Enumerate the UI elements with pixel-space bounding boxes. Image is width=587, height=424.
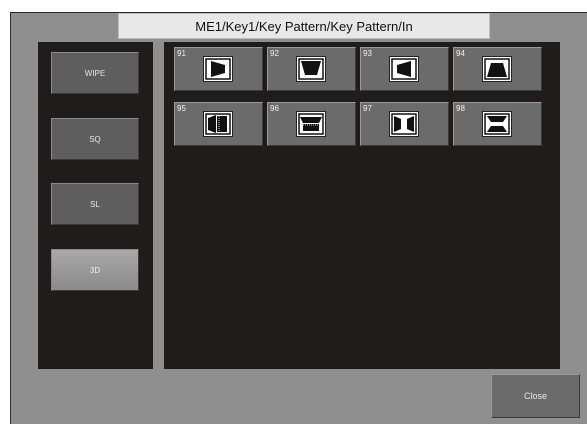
pattern-number: 93: [363, 49, 372, 58]
pattern-number: 92: [270, 49, 279, 58]
category-button-sq[interactable]: SQ: [51, 118, 139, 160]
pattern-button-93[interactable]: 93: [360, 47, 449, 91]
pattern-button-91[interactable]: 91: [174, 47, 263, 91]
key-pattern-window: ME1/Key1/Key Pattern/Key Pattern/In WIPE…: [10, 12, 587, 424]
category-button-sl[interactable]: SL: [51, 183, 139, 225]
pattern-number: 96: [270, 104, 279, 113]
pattern-button-97[interactable]: 97: [360, 102, 449, 146]
category-panel: WIPE SQ SL 3D: [38, 42, 153, 369]
window-title: ME1/Key1/Key Pattern/Key Pattern/In: [118, 13, 490, 39]
door-right-icon: [203, 56, 233, 82]
pattern-panel: 91 92 93 94 95 96 97 98: [164, 42, 560, 369]
door-left-icon: [389, 56, 419, 82]
pattern-number: 91: [177, 49, 186, 58]
pattern-button-92[interactable]: 92: [267, 47, 356, 91]
pattern-number: 98: [456, 104, 465, 113]
double-flip-icon: [482, 111, 512, 137]
flip-bottom-icon: [482, 56, 512, 82]
book-left-icon: [203, 111, 233, 137]
pattern-number: 94: [456, 49, 465, 58]
double-door-icon: [389, 111, 419, 137]
category-button-wipe[interactable]: WIPE: [51, 52, 139, 94]
pattern-number: 97: [363, 104, 372, 113]
close-button[interactable]: Close: [491, 374, 580, 418]
category-button-3d[interactable]: 3D: [51, 249, 139, 291]
flip-top-icon: [296, 56, 326, 82]
pattern-number: 95: [177, 104, 186, 113]
pattern-button-94[interactable]: 94: [453, 47, 542, 91]
book-top-icon: [296, 111, 326, 137]
pattern-button-95[interactable]: 95: [174, 102, 263, 146]
pattern-button-98[interactable]: 98: [453, 102, 542, 146]
pattern-button-96[interactable]: 96: [267, 102, 356, 146]
